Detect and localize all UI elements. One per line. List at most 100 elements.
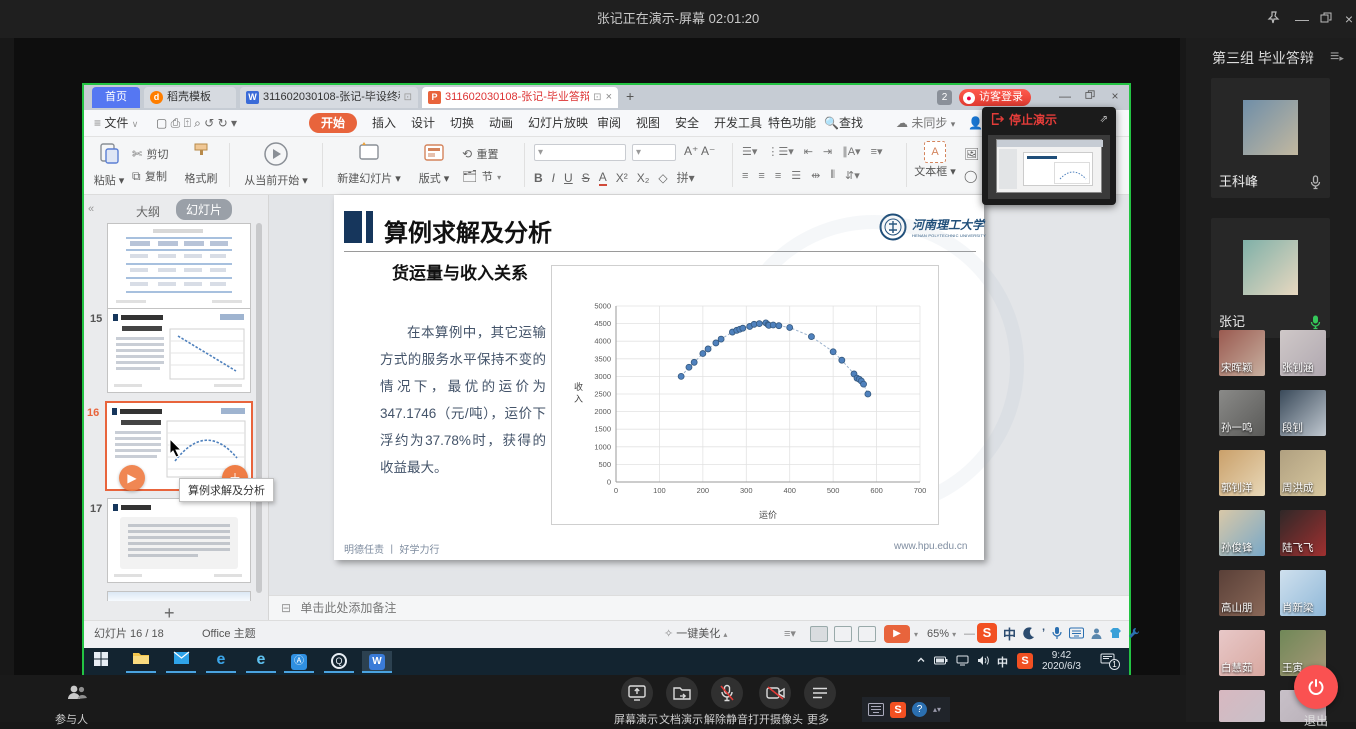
battery-icon[interactable] xyxy=(934,656,948,668)
restore-icon[interactable] xyxy=(1318,11,1334,27)
align-group[interactable]: ≡≡≡ ☰⇹ ⫴⇵▾ xyxy=(742,169,860,182)
menu-animation[interactable]: 动画 xyxy=(489,110,513,136)
ime-mini-bar[interactable]: S ? ▴▾ xyxy=(862,697,950,722)
network-icon[interactable] xyxy=(956,655,969,669)
copy-button[interactable]: ⧉ 复制 xyxy=(132,167,167,185)
tray-ime-label[interactable]: 中 xyxy=(997,654,1008,670)
participant-tile[interactable]: 张钊涵 xyxy=(1280,330,1326,376)
tab-home[interactable]: 首页 xyxy=(92,87,140,108)
quick-access-toolbar[interactable]: ▢ ⎙ ⍐ ⌕ ↺ ↻ ▾ xyxy=(156,110,237,136)
menu-features[interactable]: 特色功能 xyxy=(768,110,816,136)
section-button[interactable]: 🗂 节 ▾ xyxy=(462,167,501,185)
participant-featured-tile[interactable]: 张记 xyxy=(1211,218,1330,338)
view-sorter-icon[interactable] xyxy=(834,626,852,642)
minimize-icon[interactable]: — xyxy=(1294,11,1310,27)
theme-name[interactable]: Office 主题 xyxy=(202,621,256,648)
camera-button[interactable] xyxy=(759,677,791,709)
wps-restore-icon[interactable] xyxy=(1081,89,1099,103)
more-button[interactable] xyxy=(804,677,836,709)
tab-slides[interactable]: 幻灯片 xyxy=(176,199,232,220)
slide-canvas[interactable]: 算例求解及分析 河南理工大学 HENAN POLYTECHNIC UNIVERS… xyxy=(334,195,984,560)
textbox-button[interactable]: A 文本框 ▾ xyxy=(912,141,958,179)
wps-minimize-icon[interactable]: — xyxy=(1056,89,1074,103)
play-options-icon[interactable]: ▾ xyxy=(914,621,918,648)
notification-icon[interactable]: 1 xyxy=(1100,653,1116,672)
play-slide-button[interactable]: ▶ xyxy=(119,465,145,491)
participants-button[interactable] xyxy=(60,677,94,709)
screen-share-button[interactable] xyxy=(621,677,653,709)
participant-tile[interactable]: 郭钊洋 xyxy=(1219,450,1265,496)
view-normal-icon[interactable] xyxy=(810,626,828,642)
new-tab-button[interactable]: + xyxy=(626,88,634,104)
zoom-out-icon[interactable]: — xyxy=(964,621,975,648)
expand-icon[interactable]: ⇗ xyxy=(1100,114,1108,125)
taskbar-ie-icon[interactable]: e xyxy=(246,651,276,673)
participant-tile[interactable]: 高山朋 xyxy=(1219,570,1265,616)
participant-tile[interactable]: 宋晖颖 xyxy=(1219,330,1265,376)
layout-button[interactable]: 版式 ▾ xyxy=(412,141,456,186)
font-family-select[interactable]: ▾ xyxy=(534,144,626,161)
play-from-current-button[interactable]: 从当前开始 ▾ xyxy=(236,141,316,188)
collapse-panel-icon[interactable]: « xyxy=(88,203,94,215)
wps-close-icon[interactable]: × xyxy=(1106,89,1124,103)
unmute-button[interactable] xyxy=(711,677,743,709)
tray-chevron-icon[interactable] xyxy=(916,655,926,668)
ime-toolbar[interactable]: S 中 ’ xyxy=(977,623,1140,643)
participant-tile[interactable]: 白慧茹 xyxy=(1219,630,1265,676)
notes-bar[interactable]: ⊟ 单击此处添加备注 xyxy=(269,595,1129,620)
doc-share-button[interactable] xyxy=(666,677,698,709)
start-button[interactable] xyxy=(86,651,116,673)
paste-button[interactable]: 粘贴 ▾ xyxy=(90,141,128,188)
taskbar-explorer-icon[interactable] xyxy=(126,651,156,673)
font-size-select[interactable]: ▾ xyxy=(632,144,676,161)
list-indent-group[interactable]: ☰▾⋮☰▾ ⇤⇥ ∥A▾≡▾ xyxy=(742,145,883,158)
participant-tile-partial[interactable] xyxy=(1219,690,1265,722)
participant-featured-tile[interactable]: 王科峰 xyxy=(1211,78,1330,198)
menu-security[interactable]: 安全 xyxy=(675,110,699,136)
participant-tile[interactable]: 孙俊锋 xyxy=(1219,510,1265,556)
font-style-group[interactable]: BIUS A X²X₂ ◇拼▾ xyxy=(534,169,695,186)
tray-sogou-icon[interactable]: S xyxy=(1017,653,1033,669)
menu-transition[interactable]: 切换 xyxy=(450,110,474,136)
participant-tile[interactable]: 肖新梁 xyxy=(1280,570,1326,616)
close-icon[interactable]: × xyxy=(1341,11,1356,27)
taskbar-wps-icon[interactable]: W xyxy=(362,651,392,673)
exit-button[interactable] xyxy=(1294,665,1338,709)
menu-start[interactable]: 开始 xyxy=(309,113,357,133)
clock[interactable]: 9:42 2020/6/3 xyxy=(1042,650,1081,672)
zoom-level[interactable]: 65% ▾ xyxy=(927,621,956,648)
taskbar-mail-icon[interactable] xyxy=(166,651,196,673)
view-reading-icon[interactable] xyxy=(858,626,876,642)
new-slide-button[interactable]: 新建幻灯片 ▾ xyxy=(330,141,408,186)
format-painter-button[interactable]: 格式刷 xyxy=(180,141,222,186)
menu-devtools[interactable]: 开发工具 xyxy=(714,110,762,136)
pin-icon[interactable] xyxy=(1266,11,1282,27)
tab-template[interactable]: d 稻壳模板 xyxy=(144,87,236,108)
taskbar-qq-icon[interactable]: Q xyxy=(324,651,354,673)
layout-toggle-icon[interactable]: ≡▸ xyxy=(1330,48,1344,66)
tab-outline[interactable]: 大纲 xyxy=(136,203,160,220)
participant-tile[interactable]: 段钊 xyxy=(1280,390,1326,436)
participant-tile[interactable]: 孙一鸣 xyxy=(1219,390,1265,436)
tab-word-doc[interactable]: W 311602030108-张记-毕设终稿 ⊡ xyxy=(240,87,418,108)
taskbar-caj-icon[interactable]: Ⓐ xyxy=(284,651,314,673)
slide-thumb-14[interactable] xyxy=(107,223,251,309)
slide-thumb-15[interactable] xyxy=(107,308,251,393)
menu-insert[interactable]: 插入 xyxy=(372,110,396,136)
cut-button[interactable]: ✄ 剪切 xyxy=(132,145,169,163)
menu-file[interactable]: ≡ 文件 ∨ xyxy=(94,110,138,136)
tab-ppt-doc[interactable]: P 311602030108-张记-毕业答辩 ⊡ × xyxy=(422,87,618,108)
beautify-button[interactable]: ✧ 一键美化 ▴ xyxy=(664,621,727,648)
font-grow-icon[interactable]: A⁺ A⁻ xyxy=(684,144,715,158)
notes-toggle-icon[interactable]: ≡▾ xyxy=(784,621,796,648)
menu-slideshow[interactable]: 幻灯片放映 xyxy=(528,110,588,136)
user-count-badge[interactable]: 2 xyxy=(937,90,952,105)
menu-review[interactable]: 审阅 xyxy=(597,110,621,136)
sync-status[interactable]: ☁ 未同步 ▾ xyxy=(896,110,955,136)
guest-login-button[interactable]: ● 访客登录 xyxy=(959,89,1031,106)
menu-design[interactable]: 设计 xyxy=(411,110,435,136)
slide-thumb-18-partial[interactable] xyxy=(107,591,251,601)
speaker-icon[interactable] xyxy=(977,655,990,669)
slideshow-play-button[interactable]: ▶ xyxy=(884,625,910,643)
panel-scrollbar[interactable] xyxy=(256,223,262,593)
